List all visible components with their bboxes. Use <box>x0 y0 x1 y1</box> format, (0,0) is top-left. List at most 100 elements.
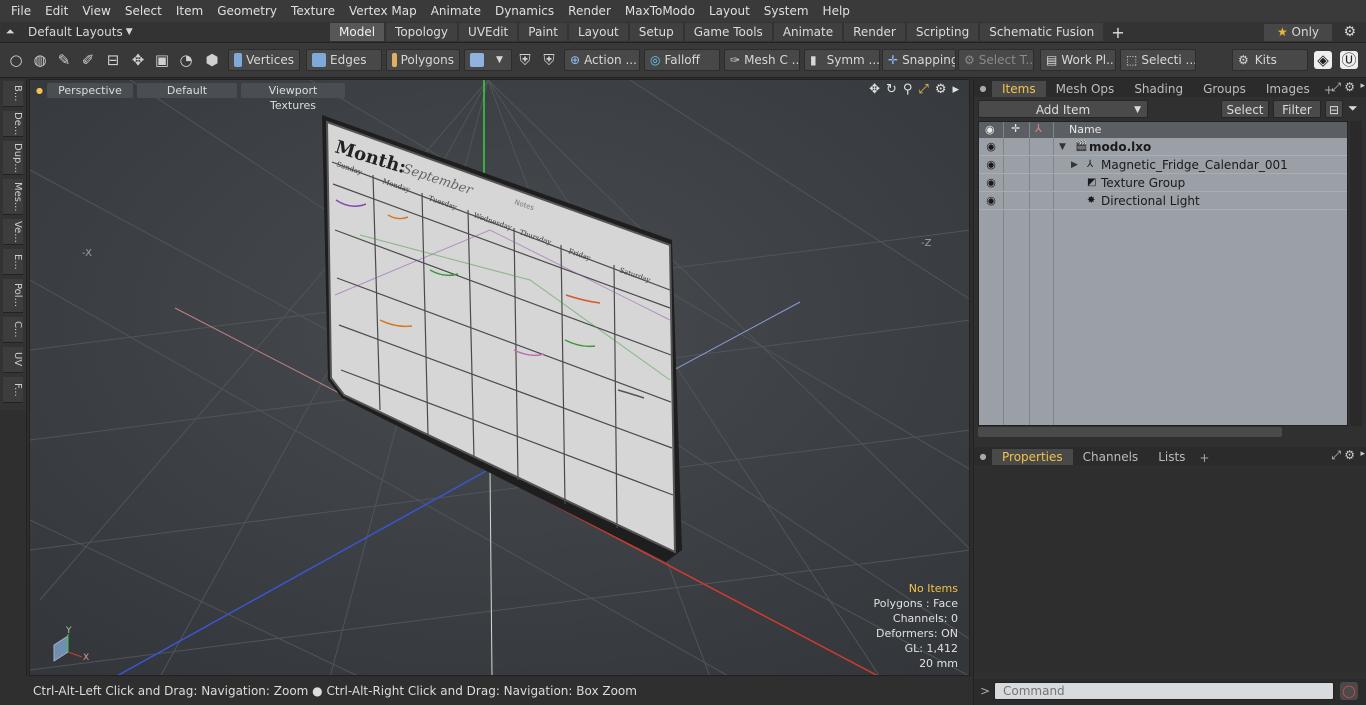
transform-icon[interactable]: ✥ <box>129 51 147 69</box>
globe-icon[interactable]: ◍ <box>31 51 49 69</box>
tab-layout[interactable]: Layout <box>568 23 628 41</box>
menu-item-texture[interactable]: Texture <box>284 4 342 18</box>
left-strip-tab[interactable]: De... <box>3 111 23 137</box>
tab-setup[interactable]: Setup <box>629 23 683 41</box>
props-gear-icon[interactable]: ⚙ <box>1344 448 1355 462</box>
tab-channels[interactable]: Channels <box>1073 449 1149 465</box>
expand-arrow-icon[interactable]: ▼ <box>1059 142 1066 152</box>
menu-item-edit[interactable]: Edit <box>38 4 75 18</box>
shield-icon[interactable]: ⛨ <box>516 51 534 69</box>
panel-menu-dot-icon[interactable]: ● <box>974 84 992 93</box>
unity-icon[interactable]: ◈ <box>1314 51 1332 69</box>
layout-selector[interactable]: Default Layouts ▼ <box>20 25 220 39</box>
polygons-button[interactable]: Polygons <box>386 49 460 71</box>
edges-button[interactable]: Edges <box>306 49 382 71</box>
funnel-icon[interactable]: ⏷ <box>1348 101 1358 116</box>
left-strip-tab[interactable]: C... <box>3 317 23 343</box>
zoom-view-icon[interactable]: ⚲ <box>903 82 913 97</box>
unreal-icon[interactable]: Ⓤ <box>1340 51 1358 69</box>
mesh-constraints-button[interactable]: ✑ Mesh C ... <box>724 49 800 71</box>
left-strip-tab[interactable]: E... <box>3 249 23 275</box>
record-icon[interactable]: ◯ <box>1340 682 1358 700</box>
left-strip-tab[interactable]: B... <box>3 81 23 107</box>
gear-icon[interactable]: ⚙ <box>1343 24 1356 40</box>
tab-render[interactable]: Render <box>844 23 905 41</box>
tab-schematic-fusion[interactable]: Schematic Fusion <box>980 23 1104 41</box>
circle-select-icon[interactable]: ○ <box>7 51 25 69</box>
item-mode-button[interactable]: ▼ <box>464 49 512 71</box>
props-menu-dot-icon[interactable]: ● <box>974 452 992 461</box>
only-toggle[interactable]: ★ Only <box>1264 24 1332 41</box>
command-input[interactable] <box>994 682 1334 700</box>
shield-alt-icon[interactable]: ⛨ <box>540 51 558 69</box>
action-center-button[interactable]: ⊕ Action ... <box>564 49 640 71</box>
default-shading-button[interactable]: Default <box>136 82 237 98</box>
menu-item-view[interactable]: View <box>75 4 117 18</box>
tab-game-tools[interactable]: Game Tools <box>684 23 772 41</box>
play-arrow-icon[interactable]: ▸ <box>952 82 959 97</box>
tab-model[interactable]: Model <box>330 23 385 41</box>
menu-item-geometry[interactable]: Geometry <box>210 4 284 18</box>
menu-item-file[interactable]: File <box>4 4 38 18</box>
frame-icon[interactable]: ▣ <box>153 51 171 69</box>
selection-sets-button[interactable]: ⬚ Selecti ... <box>1120 49 1196 71</box>
layout-arrow-icon[interactable]: ⏶ <box>0 25 20 39</box>
fit-view-icon[interactable]: ⤢ <box>918 82 928 97</box>
symmetry-button[interactable]: ▮ Symm ... <box>804 49 880 71</box>
left-strip-tab[interactable]: Ve... <box>3 219 23 245</box>
tab-topology[interactable]: Topology <box>386 23 458 41</box>
tab-images[interactable]: Images <box>1256 81 1320 97</box>
visibility-eye-icon[interactable]: ◉ <box>979 176 1003 189</box>
pen-icon[interactable]: ✎ <box>55 51 73 69</box>
expand-panel-icon[interactable]: ⤢ <box>1331 80 1341 95</box>
left-strip-tab[interactable]: UV <box>3 347 23 373</box>
falloff-button[interactable]: ◎ Falloff <box>644 49 720 71</box>
tab-mesh-ops[interactable]: Mesh Ops <box>1046 81 1125 97</box>
move-view-icon[interactable]: ✥ <box>869 82 880 97</box>
snapping-button[interactable]: ✛ Snapping <box>882 49 956 71</box>
align-icon[interactable]: ⊟ <box>104 51 122 69</box>
left-strip-tab[interactable]: Dup... <box>3 141 23 175</box>
filter-button[interactable]: Filter <box>1273 100 1321 118</box>
viewport-menu-dot-icon[interactable]: ● <box>36 86 43 95</box>
collapse-icon[interactable]: ⊟ <box>1325 100 1343 118</box>
item-row[interactable]: ◉ ◩ Texture Group <box>979 174 1347 192</box>
3d-viewport[interactable]: -X -Z Month: September Notes Sunday Monda… <box>29 79 970 676</box>
visibility-eye-icon[interactable]: ◉ <box>979 194 1003 207</box>
add-props-tab-icon[interactable]: + <box>1199 451 1209 465</box>
item-row[interactable]: ◉ ▶ ⅄ Magnetic_Fridge_Calendar_001 <box>979 156 1347 174</box>
add-tab-icon[interactable]: + <box>1111 23 1124 42</box>
item-row[interactable]: ◉ ▼ 🎬 modo.lxo <box>979 138 1347 156</box>
select-through-button[interactable]: ⚙ Select T... <box>958 49 1034 71</box>
menu-item-dynamics[interactable]: Dynamics <box>488 4 561 18</box>
item-list-vscroll[interactable] <box>1350 121 1362 426</box>
clock-icon[interactable]: ◔ <box>177 51 195 69</box>
item-list-hscroll[interactable] <box>978 427 1282 437</box>
cube-icon[interactable]: ⬢ <box>203 51 221 69</box>
tab-items[interactable]: Items <box>992 81 1046 97</box>
left-strip-tab[interactable]: Mes... <box>3 179 23 215</box>
tab-shading[interactable]: Shading <box>1124 81 1193 97</box>
menu-item-item[interactable]: Item <box>169 4 210 18</box>
name-column-header[interactable]: Name <box>1069 123 1101 136</box>
menu-item-layout[interactable]: Layout <box>702 4 757 18</box>
left-strip-tab[interactable]: Pol... <box>3 279 23 313</box>
menu-item-render[interactable]: Render <box>561 4 618 18</box>
panel-gear-icon[interactable]: ⚙ <box>1344 80 1355 94</box>
left-strip-tab[interactable]: F... <box>3 377 23 403</box>
select-button[interactable]: Select <box>1221 100 1269 118</box>
visibility-eye-icon[interactable]: ◉ <box>979 140 1003 153</box>
props-arrow-icon[interactable]: ▸ <box>1360 449 1365 459</box>
tab-lists[interactable]: Lists <box>1148 449 1195 465</box>
tab-properties[interactable]: Properties <box>992 449 1073 465</box>
kits-button[interactable]: ⚙ Kits <box>1232 49 1308 71</box>
rotate-view-icon[interactable]: ↻ <box>886 82 897 97</box>
collapse-arrow-icon[interactable]: ▶ <box>1071 160 1078 170</box>
add-item-button[interactable]: Add Item ▼ <box>978 100 1148 118</box>
menu-item-animate[interactable]: Animate <box>424 4 488 18</box>
tab-paint[interactable]: Paint <box>519 23 567 41</box>
tab-scripting[interactable]: Scripting <box>906 23 979 41</box>
props-expand-icon[interactable]: ⤢ <box>1331 448 1341 463</box>
brush-icon[interactable]: ✐ <box>79 51 97 69</box>
menu-item-system[interactable]: System <box>757 4 816 18</box>
